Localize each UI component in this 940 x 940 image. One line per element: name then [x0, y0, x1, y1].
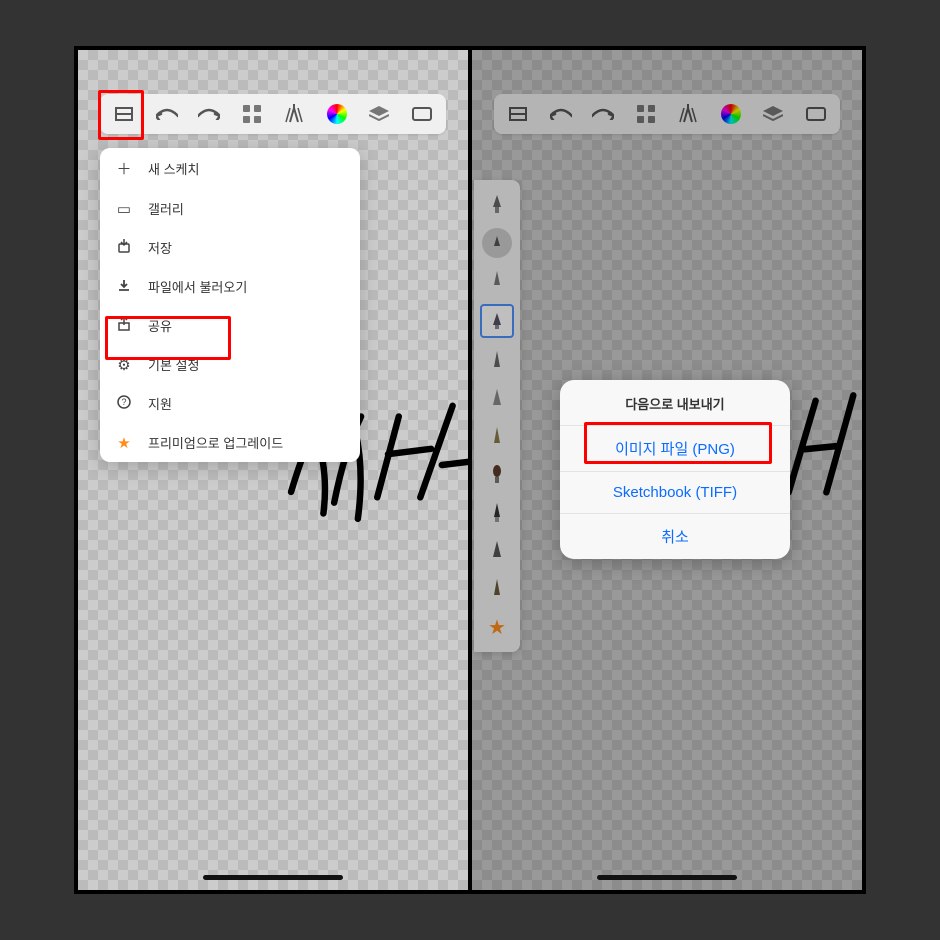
menu-settings[interactable]: ⚙ 기본 설정	[100, 345, 360, 384]
menu-label: 프리미엄으로 업그레이드	[148, 433, 283, 452]
plus-icon: ＋	[114, 158, 134, 179]
gear-icon: ⚙	[114, 356, 134, 374]
menu-label: 지원	[148, 394, 172, 413]
fullscreen-icon[interactable]	[408, 100, 436, 128]
action-sheet-title: 다음으로 내보내기	[560, 380, 790, 425]
menu-share[interactable]: 공유	[100, 306, 360, 345]
menu-label: 기본 설정	[148, 355, 199, 374]
home-indicator	[203, 875, 343, 880]
save-icon	[114, 239, 134, 257]
undo-icon[interactable]	[153, 100, 181, 128]
main-menu: ＋ 새 스케치 ▭ 갤러리 저장 파일에서 불러오기	[100, 148, 360, 462]
layers-icon[interactable]	[365, 100, 393, 128]
menu-label: 새 스케치	[148, 159, 199, 178]
menu-save[interactable]: 저장	[100, 228, 360, 267]
menu-new-sketch[interactable]: ＋ 새 스케치	[100, 148, 360, 189]
grid-icon[interactable]	[238, 100, 266, 128]
menu-gallery[interactable]: ▭ 갤러리	[100, 189, 360, 228]
menu-label: 저장	[148, 238, 172, 257]
help-icon: ?	[114, 395, 134, 413]
dual-phone-container: ＋ 새 스케치 ▭ 갤러리 저장 파일에서 불러오기	[74, 46, 866, 894]
menu-icon[interactable]	[110, 100, 138, 128]
left-phone: ＋ 새 스케치 ▭ 갤러리 저장 파일에서 불러오기	[78, 50, 468, 890]
pen-icon[interactable]	[280, 100, 308, 128]
gallery-icon: ▭	[114, 200, 134, 218]
share-icon	[114, 317, 134, 335]
menu-label: 갤러리	[148, 199, 184, 218]
right-phone: ★ 다음으로 내보내기 이미지 파일 (PNG) Sketchbook (TIF…	[468, 50, 862, 890]
redo-icon[interactable]	[195, 100, 223, 128]
export-tiff-button[interactable]: Sketchbook (TIFF)	[560, 471, 790, 513]
menu-import[interactable]: 파일에서 불러오기	[100, 267, 360, 306]
menu-support[interactable]: ? 지원	[100, 384, 360, 423]
top-toolbar	[100, 94, 446, 134]
star-icon: ★	[114, 434, 134, 452]
menu-label: 공유	[148, 316, 172, 335]
home-indicator	[597, 875, 737, 880]
svg-text:?: ?	[121, 397, 126, 407]
menu-upgrade[interactable]: ★ 프리미엄으로 업그레이드	[100, 423, 360, 462]
import-icon	[114, 278, 134, 296]
export-action-sheet: 다음으로 내보내기 이미지 파일 (PNG) Sketchbook (TIFF)…	[560, 380, 790, 559]
menu-label: 파일에서 불러오기	[148, 277, 247, 296]
cancel-button[interactable]: 취소	[560, 513, 790, 559]
export-png-button[interactable]: 이미지 파일 (PNG)	[560, 425, 790, 471]
color-wheel-icon[interactable]	[323, 100, 351, 128]
